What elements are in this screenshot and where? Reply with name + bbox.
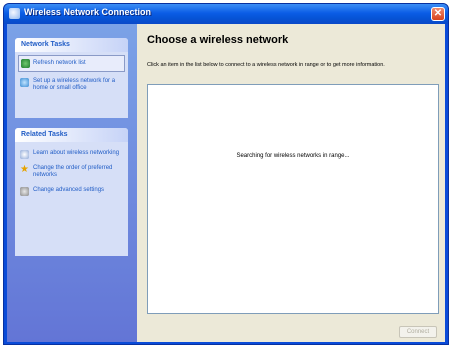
setup-icon bbox=[20, 78, 29, 87]
star-icon: ★ bbox=[20, 164, 29, 175]
wireless-connection-window: Wireless Network Connection ✕ Network Ta… bbox=[3, 3, 449, 345]
setup-wireless-network-link[interactable]: Set up a wireless network for a home or … bbox=[15, 74, 128, 96]
refresh-icon bbox=[21, 59, 30, 68]
main-content: Choose a wireless network Click an item … bbox=[137, 24, 445, 342]
window-client-area: Network Tasks Refresh network list Set u… bbox=[7, 24, 445, 342]
connect-button[interactable]: Connect bbox=[399, 326, 437, 338]
learn-wireless-label: Learn about wireless networking bbox=[33, 150, 120, 156]
network-tasks-header[interactable]: Network Tasks bbox=[15, 38, 128, 52]
related-tasks-header[interactable]: Related Tasks bbox=[15, 128, 128, 142]
refresh-network-list-link[interactable]: Refresh network list bbox=[18, 55, 125, 72]
settings-icon bbox=[20, 187, 29, 196]
change-preferred-order-link[interactable]: ★ Change the order of preferred networks bbox=[15, 161, 128, 183]
change-advanced-settings-link[interactable]: Change advanced settings bbox=[15, 183, 128, 198]
network-connection-icon bbox=[9, 8, 20, 19]
setup-wireless-network-label: Set up a wireless network for a home or … bbox=[33, 78, 116, 91]
network-tasks-panel: Network Tasks Refresh network list Set u… bbox=[15, 38, 128, 118]
change-preferred-order-label: Change the order of preferred networks bbox=[33, 165, 113, 178]
task-sidebar: Network Tasks Refresh network list Set u… bbox=[7, 24, 137, 342]
page-description: Click an item in the list below to conne… bbox=[147, 62, 385, 68]
close-button[interactable]: ✕ bbox=[431, 7, 445, 21]
related-tasks-panel: Related Tasks Learn about wireless netwo… bbox=[15, 128, 128, 256]
title-bar[interactable]: Wireless Network Connection ✕ bbox=[4, 4, 448, 24]
change-advanced-settings-label: Change advanced settings bbox=[33, 187, 105, 193]
searching-status-text: Searching for wireless networks in range… bbox=[236, 153, 350, 159]
window-title: Wireless Network Connection bbox=[24, 7, 151, 17]
refresh-network-list-label: Refresh network list bbox=[33, 60, 86, 66]
info-icon bbox=[20, 150, 29, 159]
learn-wireless-link[interactable]: Learn about wireless networking bbox=[15, 146, 128, 161]
wireless-network-list[interactable]: Searching for wireless networks in range… bbox=[147, 84, 439, 314]
page-title: Choose a wireless network bbox=[147, 34, 289, 46]
